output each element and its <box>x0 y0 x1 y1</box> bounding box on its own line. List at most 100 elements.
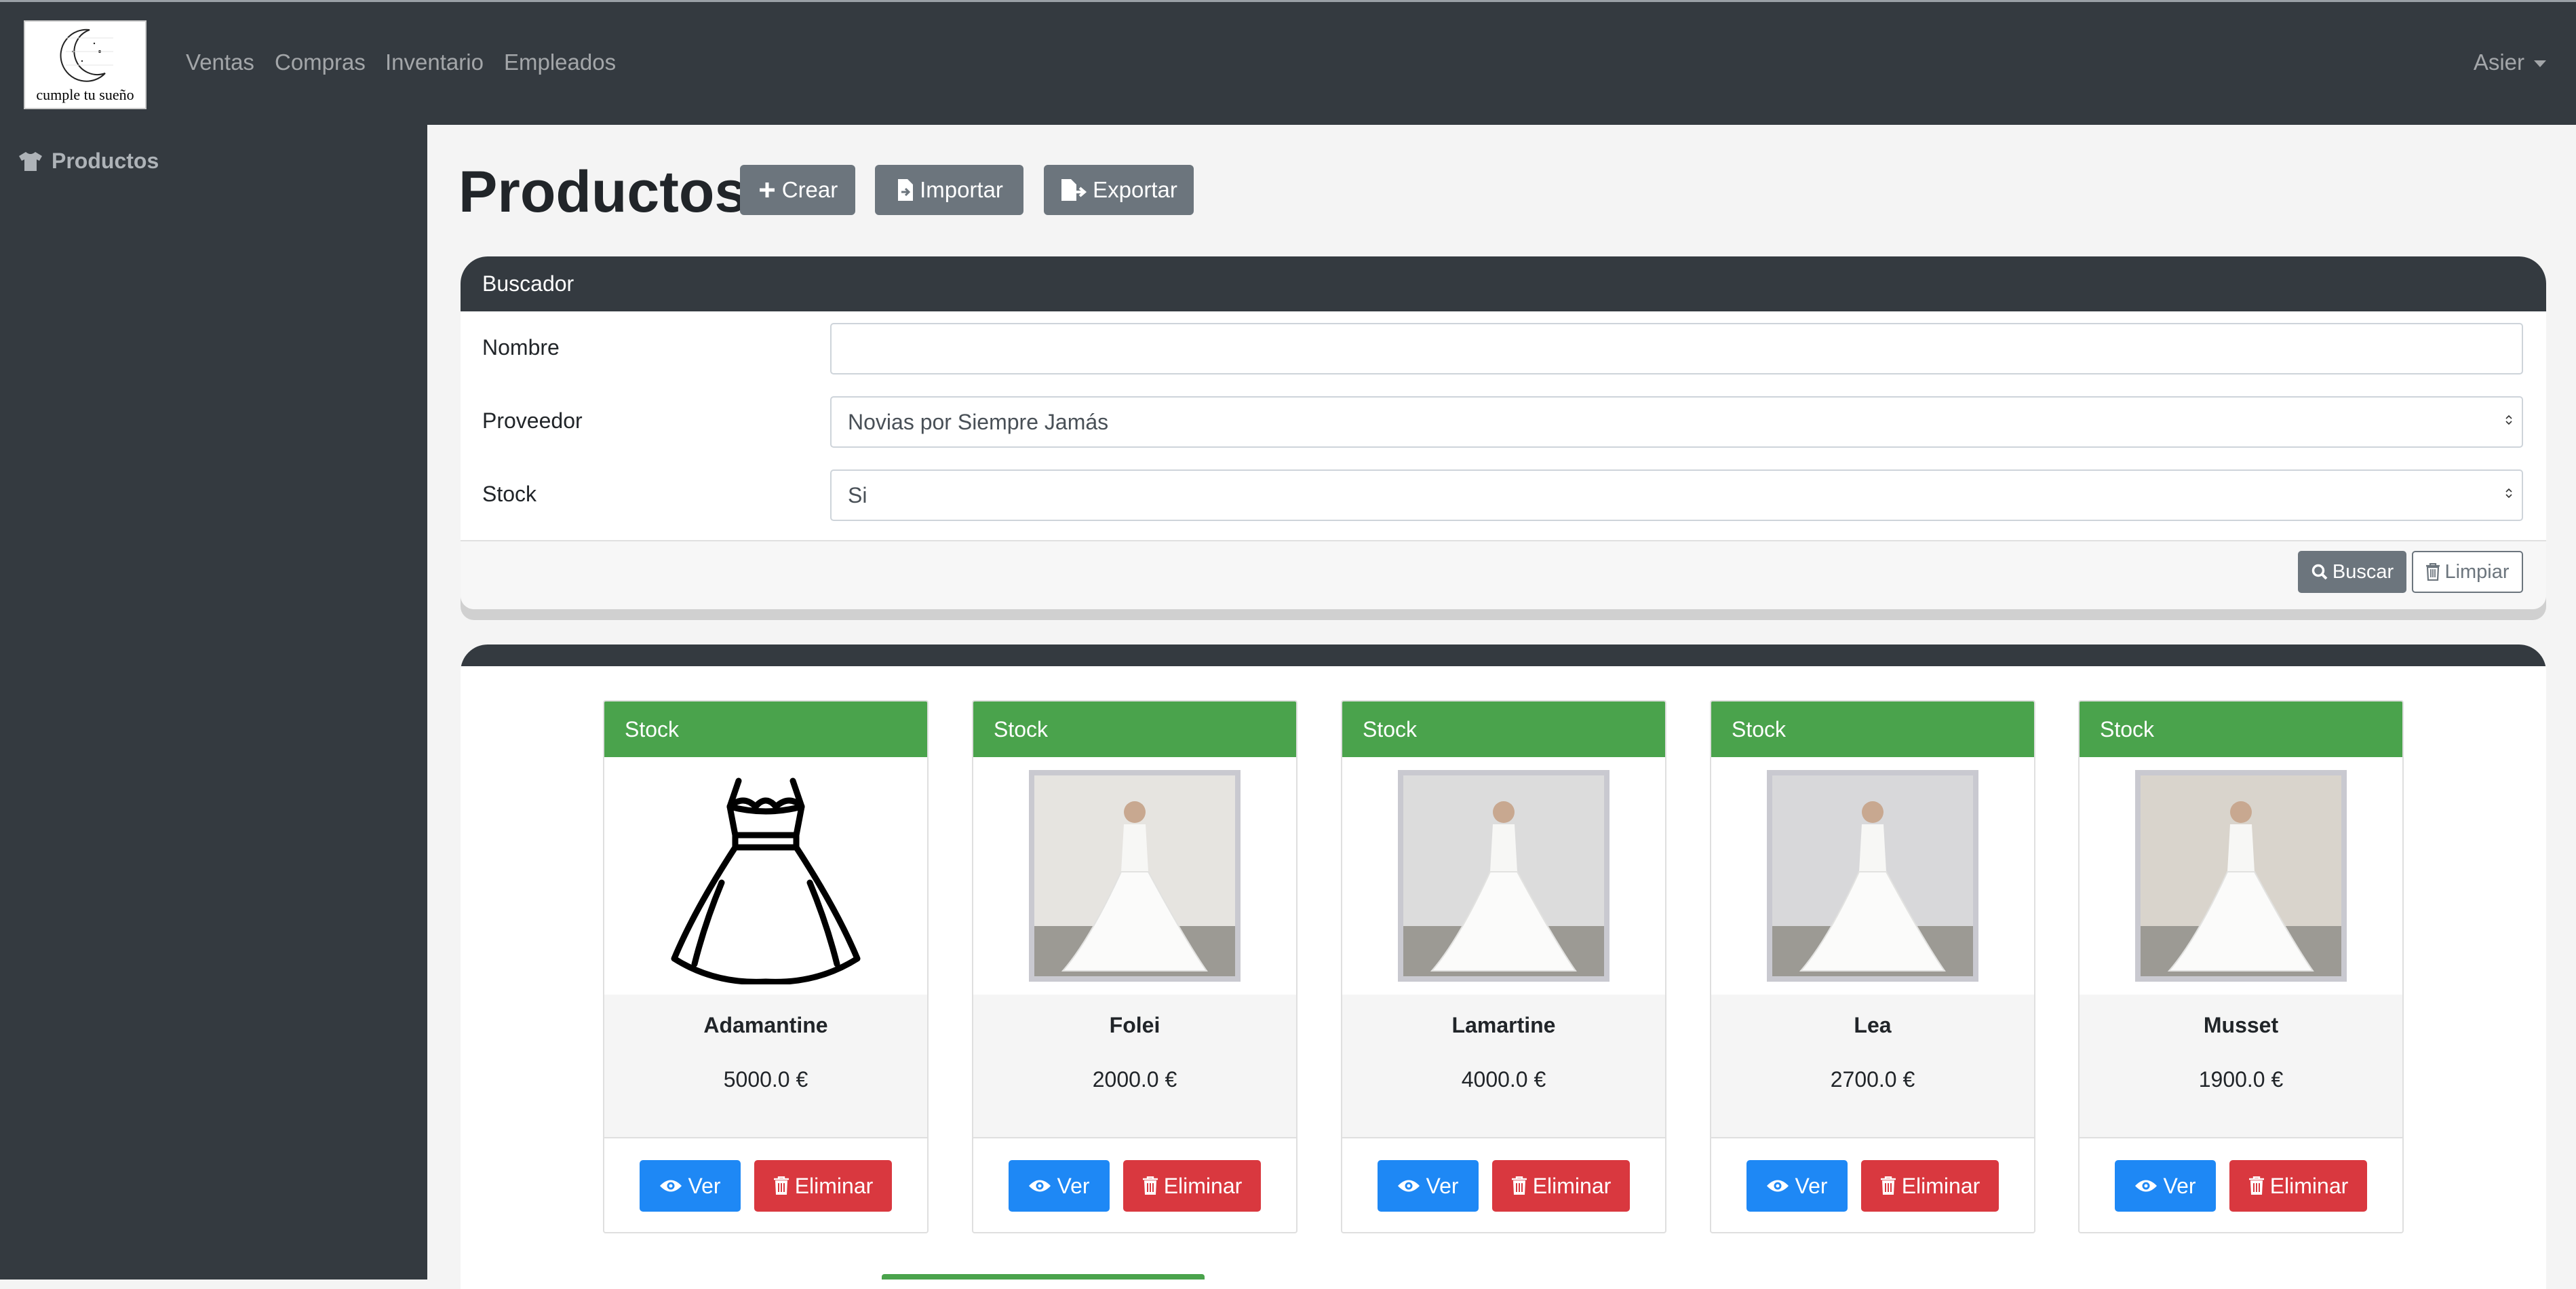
eye-icon <box>1029 1180 1051 1192</box>
nav-link-compras[interactable]: Compras <box>275 50 366 75</box>
eye-icon <box>1398 1180 1420 1192</box>
trash-icon <box>773 1176 789 1195</box>
product-price: 1900.0 € <box>2198 1067 2284 1092</box>
stock-badge: Stock <box>1342 701 1665 757</box>
product-actions: Ver Eliminar <box>1711 1160 2034 1212</box>
product-image <box>973 757 1296 995</box>
product-price: 5000.0 € <box>723 1067 808 1092</box>
wedding-dress-photo <box>1398 770 1609 982</box>
delete-button-label: Eliminar <box>1901 1173 1980 1198</box>
eye-icon <box>660 1180 682 1192</box>
product-price: 4000.0 € <box>1461 1067 1546 1092</box>
logo-text: cumple tu sueño <box>36 86 134 103</box>
delete-button-label: Eliminar <box>1163 1173 1243 1198</box>
clear-button[interactable]: Limpiar <box>2412 551 2523 593</box>
wedding-dress-photo <box>2135 770 2347 982</box>
eye-icon <box>2135 1180 2158 1192</box>
create-button[interactable]: Crear <box>740 165 855 215</box>
search-button[interactable]: Buscar <box>2298 551 2406 593</box>
name-input[interactable] <box>830 323 2523 374</box>
import-button[interactable]: Importar <box>875 165 1023 215</box>
import-button-label: Importar <box>920 177 1003 202</box>
product-image <box>2080 757 2402 995</box>
file-import-icon <box>898 179 914 201</box>
stock-select[interactable]: Si <box>830 469 2523 521</box>
moon-logo-icon <box>60 28 113 82</box>
product-info: Adamantine 5000.0 € <box>604 995 927 1138</box>
nav-link-inventario[interactable]: Inventario <box>385 50 484 75</box>
user-menu[interactable]: Asier <box>2474 50 2546 75</box>
product-card: Stock Folei 2000.0 € Ver Eliminar <box>972 700 1297 1233</box>
view-button-label: Ver <box>1795 1173 1828 1198</box>
top-navbar: cumple tu sueño Ventas Compras Inventari… <box>0 0 2576 125</box>
page-title: Productos <box>458 159 747 225</box>
product-info: Musset 1900.0 € <box>2080 995 2402 1138</box>
brand-logo[interactable]: cumple tu sueño <box>24 20 147 109</box>
provider-select[interactable]: Novias por Siempre Jamás <box>830 396 2523 448</box>
view-button[interactable]: Ver <box>1378 1160 1479 1212</box>
product-info: Lamartine 4000.0 € <box>1342 995 1665 1138</box>
stock-label: Stock <box>482 482 537 506</box>
product-name: Adamantine <box>703 1013 828 1037</box>
product-actions: Ver Eliminar <box>2080 1160 2402 1212</box>
wedding-dress-photo <box>1767 770 1978 982</box>
product-name: Lamartine <box>1451 1013 1556 1037</box>
product-actions: Ver Eliminar <box>604 1160 927 1212</box>
delete-button[interactable]: Eliminar <box>1861 1160 1999 1212</box>
wedding-dress-photo <box>1029 770 1241 982</box>
trash-icon <box>1880 1176 1896 1195</box>
create-button-label: Crear <box>781 177 838 202</box>
search-card-header: Buscador <box>461 256 2546 311</box>
product-image <box>1711 757 2034 995</box>
products-card: Stock Adamantine 5000.0 € Ver Eliminar Stock F… <box>461 644 2546 1289</box>
stock-select-value: Si <box>848 482 867 507</box>
view-button-label: Ver <box>688 1173 721 1198</box>
file-export-icon <box>1061 179 1087 201</box>
chevron-updown-icon <box>2505 488 2512 498</box>
product-name: Musset <box>2203 1013 2279 1037</box>
delete-button[interactable]: Eliminar <box>754 1160 892 1212</box>
product-price: 2000.0 € <box>1092 1067 1177 1092</box>
stock-badge: Stock <box>1711 701 2034 757</box>
product-info: Lea 2700.0 € <box>1711 995 2034 1138</box>
product-card: Stock Lea 2700.0 € Ver Eliminar <box>1710 700 2035 1233</box>
chevron-updown-icon <box>2505 415 2512 425</box>
plus-icon <box>759 182 775 197</box>
view-button-label: Ver <box>1426 1173 1459 1198</box>
provider-label: Proveedor <box>482 408 583 433</box>
delete-button-label: Eliminar <box>2269 1173 2349 1198</box>
product-actions: Ver Eliminar <box>1342 1160 1665 1212</box>
search-card: Buscador Nombre Proveedor Novias por Sie… <box>461 256 2546 609</box>
user-name: Asier <box>2473 50 2524 75</box>
search-card-footer: Buscar Limpiar <box>461 540 2546 609</box>
view-button[interactable]: Ver <box>2115 1160 2216 1212</box>
clear-button-label: Limpiar <box>2444 560 2510 583</box>
view-button[interactable]: Ver <box>1746 1160 1848 1212</box>
products-card-header <box>461 644 2546 666</box>
stock-badge: Stock <box>2080 701 2402 757</box>
sidebar-item-productos[interactable]: Productos <box>18 149 159 174</box>
delete-button[interactable]: Eliminar <box>1492 1160 1630 1212</box>
sidebar-item-label: Productos <box>52 149 159 173</box>
trash-icon <box>1511 1176 1527 1195</box>
nav-link-empleados[interactable]: Empleados <box>504 50 616 75</box>
delete-button[interactable]: Eliminar <box>2229 1160 2367 1212</box>
export-button[interactable]: Exportar <box>1044 165 1194 215</box>
next-product-card-partial <box>882 1274 1205 1280</box>
product-name: Folei <box>1109 1013 1160 1037</box>
eye-icon <box>1767 1180 1789 1192</box>
view-button[interactable]: Ver <box>640 1160 741 1212</box>
view-button[interactable]: Ver <box>1009 1160 1110 1212</box>
trash-icon <box>1142 1176 1158 1195</box>
product-price: 2700.0 € <box>1830 1067 1915 1092</box>
product-image <box>1342 757 1665 995</box>
provider-select-value: Novias por Siempre Jamás <box>848 409 1109 434</box>
delete-button[interactable]: Eliminar <box>1123 1160 1261 1212</box>
product-card: Stock Adamantine 5000.0 € Ver Eliminar <box>603 700 929 1233</box>
export-button-label: Exportar <box>1093 177 1177 202</box>
stock-badge: Stock <box>973 701 1296 757</box>
sidebar: Productos <box>0 125 427 1280</box>
nav-link-ventas[interactable]: Ventas <box>186 50 254 75</box>
product-info: Folei 2000.0 € <box>973 995 1296 1138</box>
product-name: Lea <box>1854 1013 1892 1037</box>
